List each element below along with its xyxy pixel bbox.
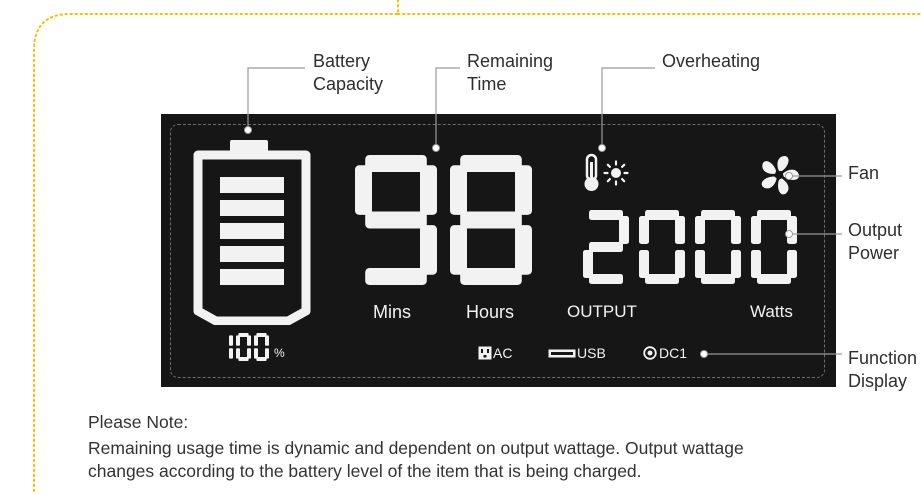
note-heading: Please Note: — [88, 412, 189, 432]
note-line-2: changes according to the battery level o… — [88, 461, 642, 481]
note-line-1: Remaining usage time is dynamic and depe… — [88, 438, 744, 458]
